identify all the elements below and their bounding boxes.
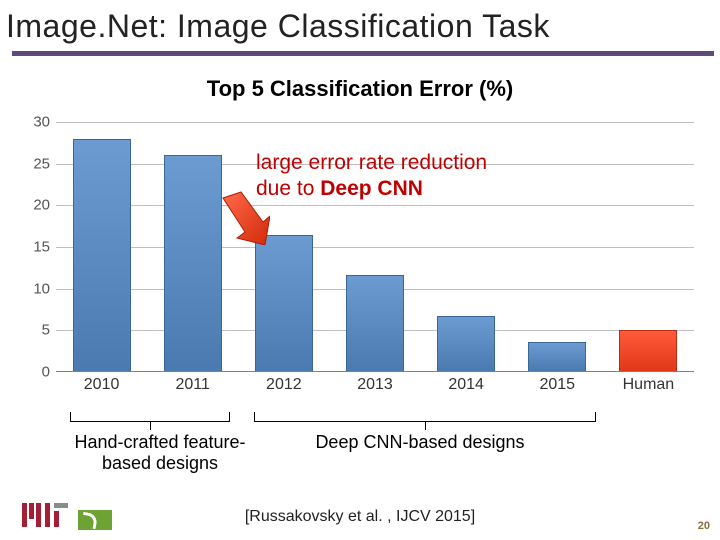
- bar: [437, 316, 495, 372]
- bar: [164, 155, 222, 372]
- x-tick-label: 2010: [56, 376, 147, 394]
- bar-slot: [512, 122, 603, 372]
- bracket-deepcnn: [254, 412, 596, 428]
- bracket-label-right: Deep CNN-based designs: [280, 432, 560, 453]
- x-axis: [56, 371, 694, 372]
- bar: [346, 275, 404, 373]
- y-tick-label: 10: [22, 280, 50, 297]
- slide-title: Image.​Net: Image Classification Task: [6, 8, 720, 45]
- nvidia-logo-icon: [78, 510, 112, 530]
- x-tick-labels: 201020112012201320142015Human: [56, 376, 694, 394]
- x-tick-label: 2013: [329, 376, 420, 394]
- x-tick-label: 2015: [512, 376, 603, 394]
- bracket-label-left: Hand-crafted feature-based designs: [50, 432, 270, 474]
- y-tick-label: 30: [22, 114, 50, 131]
- x-tick-label: 2014: [421, 376, 512, 394]
- arrow-icon: [215, 190, 270, 245]
- title-underline: [12, 51, 714, 56]
- chart-title: Top 5 Classification Error (%): [0, 76, 720, 102]
- bar: [255, 235, 313, 372]
- bar: [73, 139, 131, 372]
- mit-logo-icon: [22, 503, 70, 532]
- bar-slot: [603, 122, 694, 372]
- page-number: 20: [698, 520, 710, 532]
- bar: [619, 330, 677, 373]
- bar-slot: [56, 122, 147, 372]
- annotation-text: large error rate reduction due to Deep C…: [256, 150, 487, 203]
- slide: Image.​Net: Image Classification Task To…: [0, 0, 720, 540]
- y-tick-label: 15: [22, 239, 50, 256]
- y-tick-label: 25: [22, 155, 50, 172]
- y-tick-label: 5: [22, 322, 50, 339]
- annotation-line1: large error rate reduction: [256, 151, 487, 174]
- x-tick-label: Human: [603, 376, 694, 394]
- x-tick-label: 2011: [147, 376, 238, 394]
- bar: [528, 342, 586, 372]
- y-tick-label: 20: [22, 197, 50, 214]
- x-tick-label: 2012: [238, 376, 329, 394]
- y-tick-label: 0: [22, 364, 50, 381]
- annotation-line2b: Deep CNN: [320, 177, 423, 200]
- title-area: Image.​Net: Image Classification Task: [0, 0, 720, 56]
- bar-slot: [147, 122, 238, 372]
- bracket-handcrafted: [70, 412, 230, 428]
